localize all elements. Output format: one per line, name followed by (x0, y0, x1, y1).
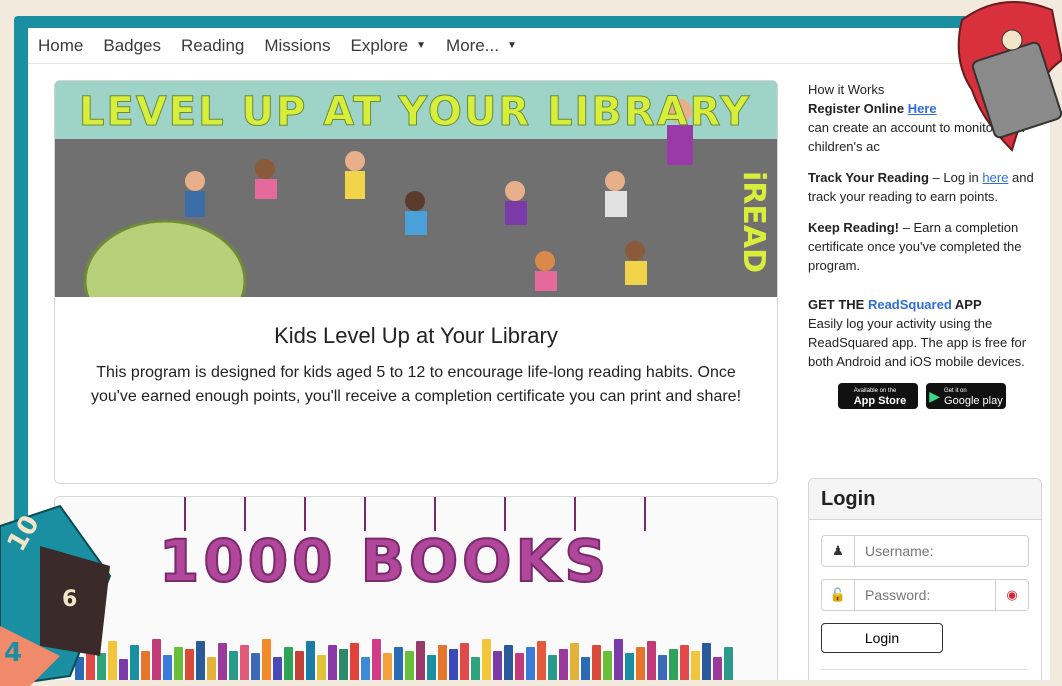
bird-with-book-illustration (957, 1, 1062, 152)
user-icon: ♟ (822, 536, 855, 566)
nav-explore-label: Explore (350, 35, 409, 55)
program-card-body: Kids Level Up at Your Library This progr… (55, 297, 777, 409)
keep-reading-label: Keep Reading! (808, 220, 900, 235)
play-icon: ▶ (929, 387, 941, 404)
program-card: LEVEL UP AT YOUR LIBRARY iREAD Kids Leve… (54, 80, 778, 484)
register-online-label: Register Online (808, 101, 905, 116)
nav-reading[interactable]: Reading (181, 36, 244, 56)
readsquared-name: ReadSquared (867, 297, 952, 312)
program-title: Kids Level Up at Your Library (274, 323, 558, 348)
username-field: ♟ (821, 535, 1029, 567)
program-description: This program is designed for kids aged 5… (90, 364, 742, 405)
login-button[interactable]: Login (821, 623, 943, 653)
top-navbar: Home Badges Reading Missions Explore ▼ M… (28, 28, 1050, 64)
password-input[interactable] (855, 586, 997, 604)
appstore-big-text: App Store (853, 395, 907, 407)
iread-logo-text: iREAD (736, 171, 771, 273)
google-play-badge[interactable]: ▶ Get it on Google play (926, 383, 1006, 409)
dice-illustration: 6 10 4 (0, 504, 112, 686)
googleplay-big-text: Google play (944, 395, 1003, 407)
thousand-books-banner-image: 1000 BOOKS (55, 497, 777, 680)
track-reading-label: Track Your Reading (808, 170, 929, 185)
track-reading-pre: – Log in (928, 170, 983, 185)
login-divider (821, 669, 1027, 670)
show-password-eye-icon[interactable]: ◉ (995, 580, 1028, 610)
chevron-down-icon: ▼ (416, 40, 427, 51)
nav-more-dropdown[interactable]: More... ▼ (446, 36, 517, 56)
page: Home Badges Reading Missions Explore ▼ M… (28, 28, 1050, 680)
unlock-icon: 🔓 (822, 580, 855, 610)
how-it-works-heading: How it Works (808, 82, 885, 97)
nav-missions[interactable]: Missions (264, 36, 330, 56)
svg-text:6: 6 (62, 587, 77, 612)
login-title: Login (809, 479, 1041, 520)
chevron-down-icon: ▼ (506, 40, 517, 51)
password-field: 🔓 ◉ (821, 579, 1029, 611)
login-panel: Login ♟ 🔓 ◉ Login (808, 478, 1042, 680)
track-here-link[interactable]: here (982, 170, 1008, 185)
level-up-banner-image: LEVEL UP AT YOUR LIBRARY iREAD (55, 81, 777, 297)
app-heading: GET THE ReadSquared APP (808, 297, 982, 312)
nav-badges[interactable]: Badges (103, 36, 161, 56)
store-badges: Available on the App Store ▶ Get it on G… (838, 383, 1044, 409)
svg-text:4: 4 (4, 638, 22, 668)
nav-more-label: More... (446, 35, 499, 55)
nav-explore-dropdown[interactable]: Explore ▼ (350, 36, 426, 56)
banner-title-text: LEVEL UP AT YOUR LIBRARY (78, 89, 752, 136)
thousand-books-title: 1000 BOOKS (158, 526, 611, 596)
username-input[interactable] (855, 542, 997, 560)
nav-home[interactable]: Home (38, 36, 83, 56)
register-here-link[interactable]: Here (908, 101, 937, 116)
thousand-books-card: 1000 BOOKS (54, 496, 778, 680)
app-store-badge[interactable]: Available on the App Store (838, 383, 918, 409)
app-description: Easily log your activity using the ReadS… (808, 316, 1027, 369)
bookshelf-illustration (55, 633, 777, 680)
